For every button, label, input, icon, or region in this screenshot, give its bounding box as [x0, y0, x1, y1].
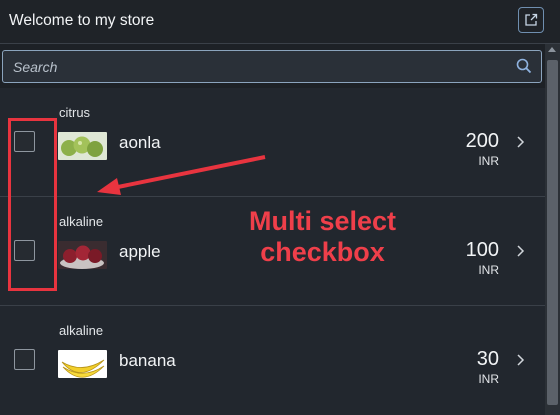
item-checkbox[interactable] [14, 349, 35, 370]
product-image-apple [58, 241, 107, 269]
search-icon[interactable] [516, 58, 532, 74]
list-item[interactable]: citrus aonla 200 INR [0, 88, 545, 197]
item-name: apple [119, 242, 161, 261]
annotation-line-2: checkbox [260, 237, 385, 267]
list-item[interactable]: alkaline banana 30 INR [0, 306, 545, 415]
product-image-banana [58, 350, 107, 378]
chevron-right-icon[interactable] [516, 136, 526, 148]
chevron-right-icon[interactable] [516, 354, 526, 366]
app-header: Welcome to my store [0, 0, 560, 44]
search-bar [2, 50, 542, 83]
item-category: alkaline [59, 323, 104, 338]
search-input[interactable] [3, 51, 508, 82]
item-category: citrus [59, 105, 91, 120]
page-title: Welcome to my store [9, 12, 155, 29]
item-price: 30 [476, 348, 499, 370]
item-name: aonla [119, 133, 161, 152]
scroll-up-arrow-icon[interactable] [548, 47, 556, 52]
annotation-line-1: Multi select [248, 206, 397, 236]
annotation-arrow-icon [97, 155, 266, 195]
item-price: 100 [465, 239, 499, 261]
item-currency: INR [478, 154, 499, 168]
item-category: alkaline [59, 214, 104, 229]
checkbox-highlight-annotation [8, 118, 57, 291]
annotation-label: Multi select checkbox [230, 206, 415, 268]
chevron-right-icon[interactable] [516, 245, 526, 257]
scrollbar-thumb[interactable] [547, 60, 558, 405]
item-price: 200 [465, 130, 499, 152]
item-currency: INR [478, 263, 499, 277]
share-icon [525, 13, 538, 26]
share-button[interactable] [518, 7, 544, 33]
item-currency: INR [478, 372, 499, 386]
item-name: banana [119, 351, 176, 370]
